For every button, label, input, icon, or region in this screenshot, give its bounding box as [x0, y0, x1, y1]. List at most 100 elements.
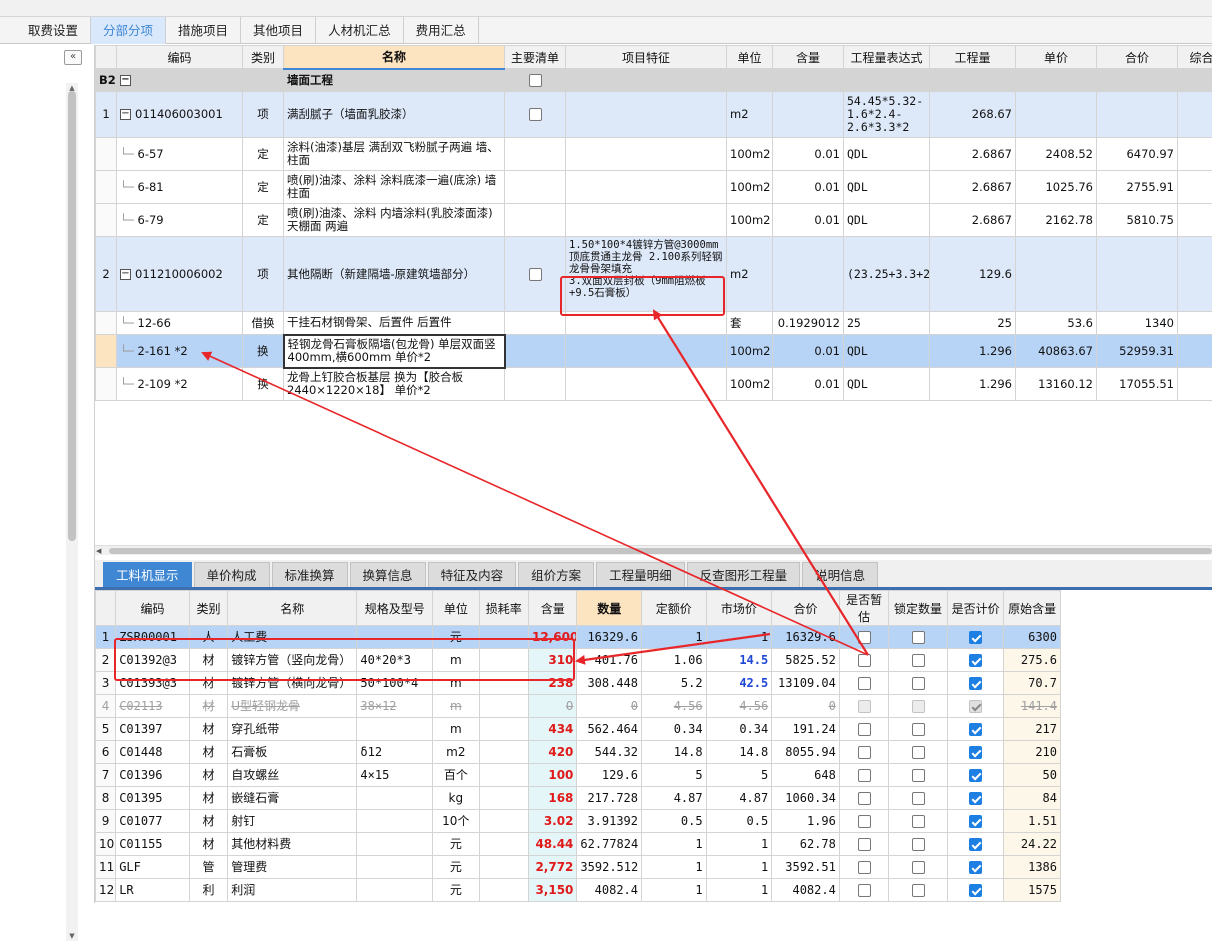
cell-loss-rate[interactable] — [479, 695, 528, 718]
cell-loss-rate[interactable] — [479, 718, 528, 741]
cell-name[interactable]: 其他隔断（新建隔墙-原建筑墙部分） — [284, 237, 505, 312]
tab-pricing-scheme[interactable]: 组价方案 — [518, 562, 594, 587]
cell-quantity[interactable]: 268.67 — [930, 92, 1016, 138]
cell-loss-rate[interactable] — [479, 741, 528, 764]
estimated-checkbox[interactable] — [858, 861, 871, 874]
main-list-checkbox[interactable] — [529, 108, 542, 121]
cell-code[interactable]: GLF — [116, 856, 190, 879]
resource-row[interactable]: 8C01395材嵌缝石膏kg168217.7284.874.871060.348… — [96, 787, 1061, 810]
col-header-unit[interactable]: 单位 — [727, 46, 773, 69]
cell-type[interactable]: 材 — [189, 787, 227, 810]
col-header-content[interactable]: 含量 — [773, 46, 844, 69]
resource-row[interactable]: 10C01155材其他材料费元48.4462.778241162.7824.22 — [96, 833, 1061, 856]
cell-name[interactable]: 喷(刷)油漆、涂料 内墙涂料(乳胶漆面漆) 天棚面 两遍 — [284, 204, 505, 237]
cell-unit[interactable]: 元 — [433, 626, 479, 649]
cell-code[interactable]: C01396 — [116, 764, 190, 787]
col-header-spec[interactable]: 规格及型号 — [357, 591, 433, 626]
cell-type[interactable]: 管 — [189, 856, 227, 879]
cell-spec[interactable]: 50*100*4 — [357, 672, 433, 695]
cell-quota-price[interactable]: 1 — [642, 833, 707, 856]
resource-row[interactable]: 11GLF管管理费元2,7723592.512113592.511386 — [96, 856, 1061, 879]
cell-content[interactable]: 0.01 — [773, 335, 844, 368]
cell-market-price[interactable]: 1 — [706, 856, 772, 879]
col-header-composite[interactable]: 综合 — [1178, 46, 1212, 69]
lock-qty-checkbox[interactable] — [912, 769, 925, 782]
col-header-total[interactable]: 合价 — [1097, 46, 1178, 69]
cell-feature[interactable] — [566, 138, 727, 171]
cell-name[interactable]: U型轻钢龙骨 — [228, 695, 357, 718]
lock-qty-checkbox[interactable] — [912, 677, 925, 690]
cell-spec[interactable] — [357, 787, 433, 810]
cell-quantity[interactable]: 1.296 — [930, 368, 1016, 401]
cell-market-price[interactable]: 1 — [706, 879, 772, 902]
cell-code[interactable]: C01392@3 — [116, 649, 190, 672]
estimated-checkbox[interactable] — [858, 723, 871, 736]
cell-type[interactable]: 利 — [189, 879, 227, 902]
cell-type[interactable]: 材 — [189, 833, 227, 856]
cell-quantity[interactable]: 401.76 — [577, 649, 642, 672]
col-header-total[interactable]: 合价 — [772, 591, 840, 626]
cell-quantity[interactable]: 25 — [930, 312, 1016, 335]
priced-checkbox[interactable] — [969, 792, 982, 805]
cell-content[interactable] — [773, 92, 844, 138]
lock-qty-checkbox[interactable] — [912, 746, 925, 759]
cell-total[interactable]: 648 — [772, 764, 840, 787]
scrollbar-thumb[interactable] — [109, 548, 1212, 554]
cell-quota-price[interactable]: 14.8 — [642, 741, 707, 764]
col-header-loss-rate[interactable]: 损耗率 — [479, 591, 528, 626]
cell-market-price[interactable]: 0.34 — [706, 718, 772, 741]
tab-standard-conversion[interactable]: 标准换算 — [272, 562, 348, 587]
cell-total[interactable]: 191.24 — [772, 718, 840, 741]
estimated-checkbox[interactable] — [858, 884, 871, 897]
lock-qty-checkbox[interactable] — [912, 654, 925, 667]
col-header-estimated[interactable]: 是否暂估 — [839, 591, 888, 626]
scroll-down-icon[interactable]: ▼ — [66, 931, 78, 941]
scroll-left-icon[interactable]: ◀ — [96, 546, 101, 556]
cell-quota-price[interactable]: 1 — [642, 626, 707, 649]
cell-unit[interactable]: 100m2 — [727, 204, 773, 237]
cell-loss-rate[interactable] — [479, 649, 528, 672]
section-row[interactable]: B2 − 墙面工程 — [96, 69, 1212, 92]
cell-unit[interactable]: m — [433, 695, 479, 718]
lock-qty-checkbox[interactable] — [912, 861, 925, 874]
priced-checkbox[interactable] — [969, 769, 982, 782]
cell-unit[interactable]: 元 — [433, 856, 479, 879]
cell-feature[interactable] — [566, 171, 727, 204]
tab-sub-items[interactable]: 分部分项 — [91, 17, 166, 44]
table-row[interactable]: └─ 6-81 定 喷(刷)油漆、涂料 涂料底漆一遍(底涂) 墙柱面 100m2… — [96, 171, 1212, 204]
cell-quota-price[interactable]: 0.5 — [642, 810, 707, 833]
cell-content[interactable]: 2,772 — [528, 856, 576, 879]
cell-total[interactable]: 13109.04 — [772, 672, 840, 695]
cell-quantity[interactable]: 308.448 — [577, 672, 642, 695]
cell-code[interactable]: C01395 — [116, 787, 190, 810]
cell-type[interactable]: 材 — [189, 718, 227, 741]
cell-price[interactable]: 1025.76 — [1016, 171, 1097, 204]
cell-loss-rate[interactable] — [479, 626, 528, 649]
cell-feature[interactable] — [566, 204, 727, 237]
cell-type[interactable]: 材 — [189, 695, 227, 718]
tab-features-content[interactable]: 特征及内容 — [428, 562, 517, 587]
cell-loss-rate[interactable] — [479, 856, 528, 879]
cell-price[interactable] — [1016, 92, 1097, 138]
cell-name[interactable]: 穿孔纸带 — [228, 718, 357, 741]
cell-market-price[interactable]: 5 — [706, 764, 772, 787]
cell-spec[interactable]: δ12 — [357, 741, 433, 764]
cell-content[interactable]: 420 — [528, 741, 576, 764]
col-header-unit[interactable]: 单位 — [433, 591, 479, 626]
cell-type[interactable]: 材 — [189, 741, 227, 764]
cell-original-content[interactable]: 217 — [1004, 718, 1061, 741]
col-header-quantity[interactable]: 工程量 — [930, 46, 1016, 69]
cell-quantity[interactable]: 2.6867 — [930, 171, 1016, 204]
priced-checkbox[interactable] — [969, 815, 982, 828]
cell-quantity[interactable]: 3592.512 — [577, 856, 642, 879]
cell-content[interactable]: 100 — [528, 764, 576, 787]
cell-original-content[interactable]: 210 — [1004, 741, 1061, 764]
priced-checkbox[interactable] — [969, 677, 982, 690]
cell-unit[interactable]: 100m2 — [727, 335, 773, 368]
col-header-code[interactable]: 编码 — [117, 46, 243, 69]
cell-feature[interactable] — [566, 92, 727, 138]
cell-quota-price[interactable]: 5 — [642, 764, 707, 787]
cell-spec[interactable]: 4×15 — [357, 764, 433, 787]
cell-content[interactable]: 310 — [528, 649, 576, 672]
cell-market-price[interactable]: 14.8 — [706, 741, 772, 764]
